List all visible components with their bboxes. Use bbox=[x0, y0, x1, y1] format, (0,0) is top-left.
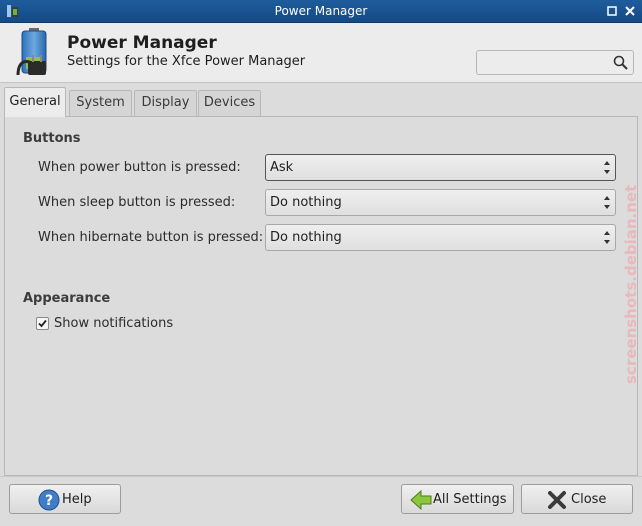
tab-display[interactable]: Display bbox=[134, 90, 197, 116]
help-icon: ? bbox=[38, 489, 60, 511]
power-button-action-value: Ask bbox=[270, 160, 294, 175]
minimize-icon[interactable] bbox=[604, 3, 620, 19]
help-button[interactable]: ? Help bbox=[9, 484, 121, 514]
search-input[interactable] bbox=[479, 53, 609, 72]
appearance-section-heading: Appearance bbox=[23, 291, 111, 306]
hibernate-button-action-value: Do nothing bbox=[270, 230, 342, 245]
power-button-label: When power button is pressed: bbox=[38, 160, 241, 175]
close-icon bbox=[546, 489, 568, 511]
debian-screenshots-watermark: screenshots.debian.net bbox=[622, 185, 640, 384]
sleep-button-label: When sleep button is pressed: bbox=[38, 195, 236, 210]
tab-system[interactable]: System bbox=[69, 90, 132, 116]
all-settings-button-label: All Settings bbox=[433, 492, 507, 507]
close-button-label: Close bbox=[571, 492, 607, 507]
header-subtitle: Settings for the Xfce Power Manager bbox=[67, 54, 306, 69]
search-icon[interactable] bbox=[613, 55, 628, 70]
footer-separator bbox=[0, 476, 642, 477]
show-notifications-checkbox[interactable] bbox=[36, 317, 49, 330]
hibernate-button-label: When hibernate button is pressed: bbox=[38, 230, 264, 245]
all-settings-button[interactable]: All Settings bbox=[401, 484, 514, 514]
hibernate-button-action-select[interactable]: Do nothing bbox=[265, 224, 616, 251]
general-tab-panel: Buttons When power button is pressed: As… bbox=[4, 116, 638, 476]
close-window-icon[interactable] bbox=[622, 3, 638, 19]
tab-general[interactable]: General bbox=[4, 87, 66, 117]
watermark-text: screenshots.debian.net bbox=[622, 185, 640, 384]
sleep-button-action-value: Do nothing bbox=[270, 195, 342, 210]
search-box[interactable] bbox=[476, 50, 634, 75]
header-title: Power Manager bbox=[67, 33, 217, 53]
sleep-button-action-select[interactable]: Do nothing bbox=[265, 189, 616, 216]
help-button-label: Help bbox=[62, 492, 92, 507]
back-arrow-icon bbox=[410, 489, 432, 511]
buttons-section-heading: Buttons bbox=[23, 131, 81, 146]
dialog-header: Power Manager Settings for the Xfce Powe… bbox=[0, 23, 642, 83]
show-notifications-label: Show notifications bbox=[54, 316, 174, 331]
power-button-action-select[interactable]: Ask bbox=[265, 154, 616, 181]
close-button[interactable]: Close bbox=[521, 484, 633, 514]
tab-devices[interactable]: Devices bbox=[198, 90, 261, 116]
battery-plug-icon bbox=[14, 27, 58, 79]
svg-text:?: ? bbox=[45, 493, 53, 509]
window-title: Power Manager bbox=[274, 4, 368, 18]
window-titlebar: Power Manager bbox=[0, 0, 642, 23]
